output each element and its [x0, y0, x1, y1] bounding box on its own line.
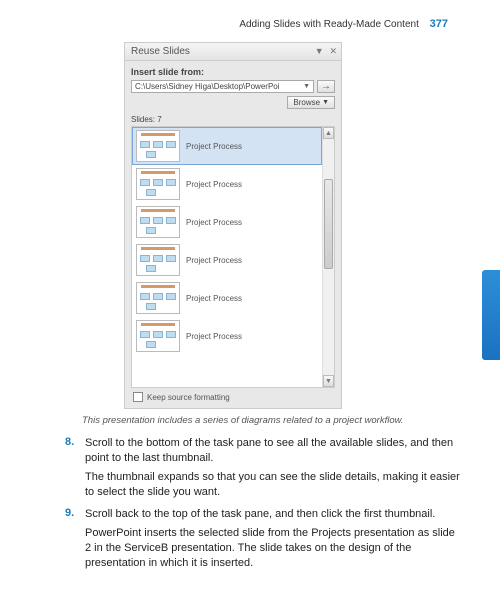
scroll-thumb[interactable]: [324, 179, 333, 269]
step-9-para: PowerPoint inserts the selected slide fr…: [85, 526, 460, 571]
keep-formatting-row: Keep source formatting: [131, 388, 335, 404]
scroll-down-button[interactable]: ▼: [323, 375, 334, 387]
slides-list-container: Project Process Project Process Project Pr…: [131, 126, 335, 388]
browse-row: Browse ▼: [131, 96, 335, 109]
slide-label: Project Process: [186, 180, 242, 189]
insert-from-label: Insert slide from:: [131, 67, 335, 77]
slides-count-label: Slides: 7: [131, 115, 335, 124]
browse-label: Browse: [293, 98, 320, 107]
close-icon[interactable]: ✕: [329, 46, 337, 56]
chapter-side-tab: [482, 270, 500, 360]
pane-titlebar: Reuse Slides ▼ ✕: [125, 43, 341, 61]
slide-thumbnail: [136, 168, 180, 200]
page-header: Adding Slides with Ready-Made Content 37…: [0, 0, 500, 30]
slide-label: Project Process: [186, 294, 242, 303]
slide-label: Project Process: [186, 142, 242, 151]
slide-thumbnail: [136, 244, 180, 276]
page-number: 377: [430, 18, 448, 30]
slides-list: Project Process Project Process Project Pr…: [132, 127, 322, 387]
pane-body: Insert slide from: C:\Users\Sidney Higa\…: [125, 61, 341, 408]
slide-item[interactable]: Project Process: [132, 165, 322, 203]
path-row: C:\Users\Sidney Higa\Desktop\PowerPoi ▼ …: [131, 80, 335, 93]
chevron-down-icon[interactable]: ▼: [303, 83, 310, 90]
chevron-down-icon: ▼: [322, 99, 329, 106]
pane-window-controls: ▼ ✕: [312, 46, 337, 57]
reuse-slides-pane: Reuse Slides ▼ ✕ Insert slide from: C:\U…: [124, 42, 342, 409]
slide-thumbnail: [136, 130, 180, 162]
slide-item[interactable]: Project Process: [132, 203, 322, 241]
slide-item[interactable]: Project Process: [132, 317, 322, 355]
slide-label: Project Process: [186, 332, 242, 341]
step-text: Scroll to the bottom of the task pane to…: [85, 436, 460, 466]
go-arrow-button[interactable]: →: [317, 80, 335, 93]
path-combobox[interactable]: C:\Users\Sidney Higa\Desktop\PowerPoi ▼: [131, 80, 314, 93]
step-text: Scroll back to the top of the task pane,…: [85, 507, 435, 522]
keep-formatting-checkbox[interactable]: [133, 392, 143, 402]
slide-thumbnail: [136, 206, 180, 238]
slide-thumbnail: [136, 320, 180, 352]
chapter-title: Adding Slides with Ready-Made Content: [239, 19, 419, 30]
scroll-up-button[interactable]: ▲: [323, 127, 334, 139]
slide-label: Project Process: [186, 218, 242, 227]
pane-title-text: Reuse Slides: [131, 46, 190, 57]
path-value: C:\Users\Sidney Higa\Desktop\PowerPoi: [135, 82, 280, 91]
figure-caption: This presentation includes a series of d…: [82, 415, 500, 426]
slide-label: Project Process: [186, 256, 242, 265]
slide-item[interactable]: Project Process: [132, 241, 322, 279]
scroll-track[interactable]: [323, 139, 334, 375]
body-text: 8. Scroll to the bottom of the task pane…: [65, 436, 460, 571]
slide-item[interactable]: Project Process: [132, 279, 322, 317]
step-9: 9. Scroll back to the top of the task pa…: [65, 507, 460, 522]
step-number: 9.: [65, 507, 79, 522]
chevron-down-icon[interactable]: ▼: [315, 46, 324, 56]
slide-thumbnail: [136, 282, 180, 314]
step-number: 8.: [65, 436, 79, 466]
browse-button[interactable]: Browse ▼: [287, 96, 335, 109]
vertical-scrollbar[interactable]: ▲ ▼: [322, 127, 334, 387]
keep-formatting-label: Keep source formatting: [147, 393, 230, 402]
step-8: 8. Scroll to the bottom of the task pane…: [65, 436, 460, 466]
step-8-para: The thumbnail expands so that you can se…: [85, 470, 460, 500]
slide-item[interactable]: Project Process: [132, 127, 322, 165]
